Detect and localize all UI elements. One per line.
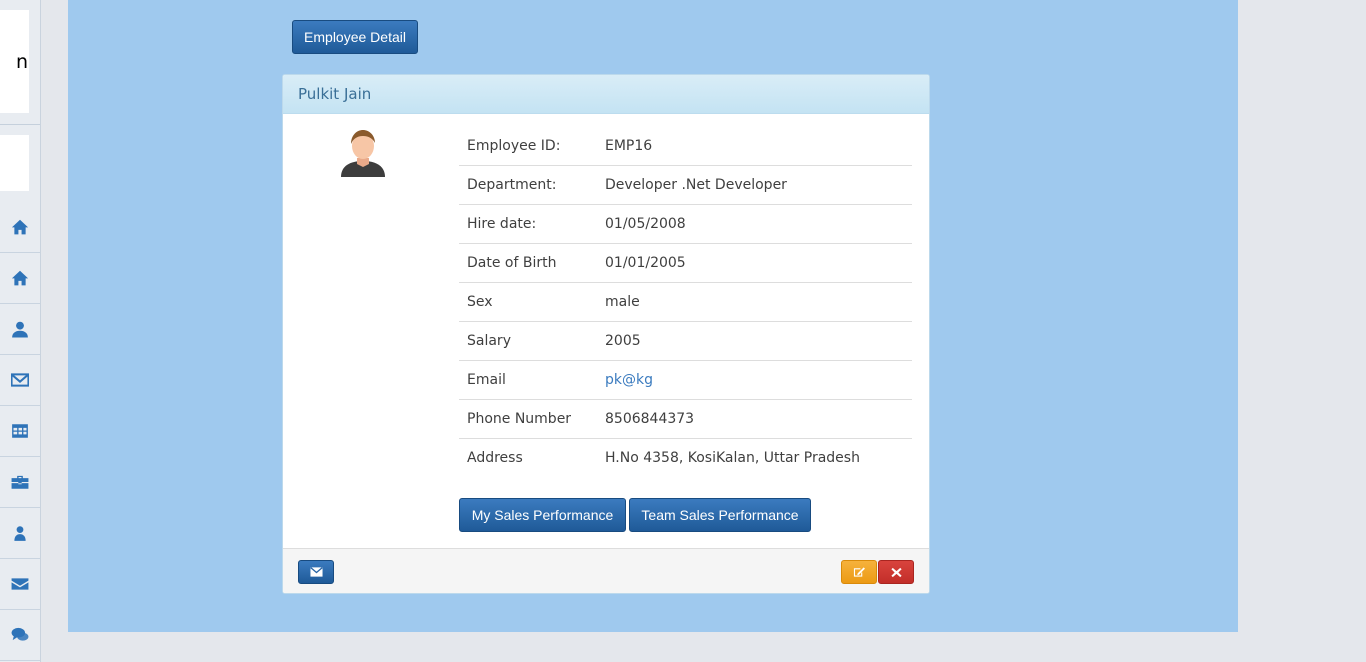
sidebar-item-profile[interactable] [0,304,40,355]
sidebar-item-table[interactable] [0,406,40,457]
home-icon [11,219,29,235]
my-sales-performance-button[interactable]: My Sales Performance [459,498,626,532]
phone-label: Phone Number [459,399,597,439]
sidebar-item-messages[interactable] [0,559,40,610]
sidebar-item-briefcase[interactable] [0,457,40,508]
edit-button[interactable] [841,560,877,584]
sidebar-widget [0,135,29,191]
sidebar-nav [0,202,40,661]
sidebar-divider [0,124,40,125]
main-content: Employee Detail Pulkit Jain Employee ID:… [68,0,1238,632]
logo-text: n [15,51,28,73]
email-link[interactable]: pk@kg [605,372,653,388]
table-row: Salary 2005 [459,321,912,361]
employee-id-value: EMP16 [605,138,653,154]
hire-date-value: 01/05/2008 [597,204,912,244]
table-row: Date of Birth 01/01/2005 [459,243,912,283]
sidebar-item-mail[interactable] [0,355,40,406]
panel-footer [283,548,929,593]
send-mail-button[interactable] [298,560,334,584]
table-row: Phone Number 8506844373 [459,399,912,439]
user-icon [14,526,26,541]
hire-date-label: Hire date: [459,204,597,244]
home-icon [11,270,29,286]
email-label: Email [459,360,597,400]
table-row: Employee ID: EMP16 [459,127,912,166]
dob-value: 01/01/2005 [597,243,912,283]
avatar-icon [341,130,385,177]
employee-info-table: Employee ID: EMP16 Department: Developer… [459,127,912,477]
user-icon [12,321,28,338]
table-row: Department: Developer .Net Developer [459,165,912,205]
table-row: Address H.No 4358, KosiKalan, Uttar Prad… [459,438,912,477]
salary-label: Salary [459,321,597,361]
address-value: H.No 4358, KosiKalan, Uttar Pradesh [597,438,912,477]
address-label: Address [459,438,597,477]
envelope-icon [11,373,29,387]
edit-icon [853,567,865,577]
comments-icon [11,627,29,641]
department-label: Department: [459,165,597,205]
sidebar-item-home[interactable] [0,202,40,253]
employee-detail-button[interactable]: Employee Detail [292,20,418,54]
table-row: Sex male [459,282,912,322]
table-row: Hire date: 01/05/2008 [459,204,912,244]
sex-value: male [597,282,912,322]
logo: n [0,10,29,113]
envelope-icon [309,567,323,577]
team-sales-performance-button[interactable]: Team Sales Performance [629,498,811,532]
panel-title: Pulkit Jain [283,75,929,114]
sidebar-item-home-2[interactable] [0,253,40,304]
close-icon [890,567,902,578]
briefcase-icon [11,475,29,489]
table-icon [12,424,28,438]
delete-button[interactable] [878,560,914,584]
dob-label: Date of Birth [459,243,597,283]
performance-buttons: My Sales Performance Team Sales Performa… [459,498,811,532]
phone-value: 8506844373 [597,399,912,439]
department-value: Developer .Net Developer [597,165,912,205]
envelope-icon [11,578,29,590]
sidebar-item-user[interactable] [0,508,40,559]
table-row: Email pk@kg [459,360,912,400]
sidebar: n [0,0,41,662]
salary-value: 2005 [597,321,912,361]
employee-id-label: Employee ID: [467,138,561,154]
sidebar-item-chat[interactable] [0,610,40,661]
employee-panel: Pulkit Jain Employee ID: EMP16 Departmen… [282,74,930,594]
sex-label: Sex [459,282,597,322]
